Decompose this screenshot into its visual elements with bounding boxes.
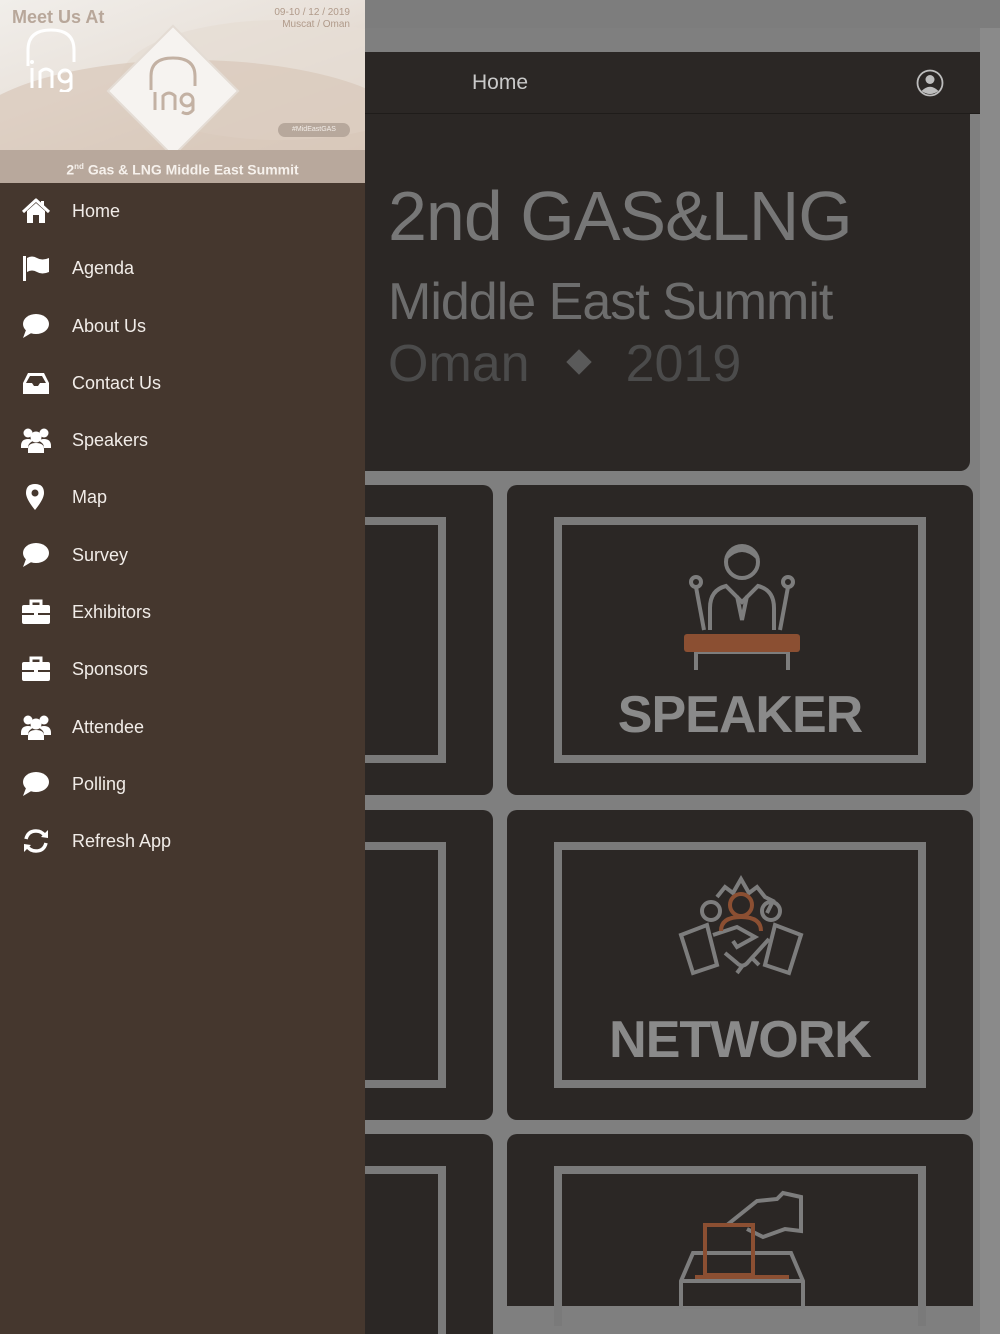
summit-text: Gas & LNG Middle East Summit xyxy=(83,161,299,178)
menu-item-survey[interactable]: Survey xyxy=(0,527,365,584)
speaker-tile[interactable]: SPEAKER xyxy=(507,485,973,795)
banner-hashtag: #MidEastGAS xyxy=(278,123,350,137)
menu-label-refresh-app: Refresh App xyxy=(72,831,172,852)
voting-tile[interactable] xyxy=(507,1134,973,1326)
hero-subtitle: Middle East Summit xyxy=(388,273,833,331)
menu-label-survey: Survey xyxy=(72,544,129,565)
menu-item-about-us[interactable]: About Us xyxy=(0,298,365,355)
menu-label-sponsors: Sponsors xyxy=(72,659,149,680)
profile-icon[interactable] xyxy=(916,69,944,97)
menu-label-contact-us: Contact Us xyxy=(72,372,162,393)
ballot-box-icon xyxy=(679,1190,805,1309)
hero-location-year: Oman 2019 xyxy=(388,334,741,394)
home-icon xyxy=(21,198,51,223)
menu-label-agenda: Agenda xyxy=(72,258,135,279)
hero-location: Oman xyxy=(388,335,530,393)
lng-logo-center-icon xyxy=(149,56,197,116)
hero-title: 2nd GAS&LNG xyxy=(388,177,853,255)
menu-label-attendee: Attendee xyxy=(72,716,145,737)
menu-label-home: Home xyxy=(72,201,121,221)
chat-bubble-icon xyxy=(23,542,49,567)
menu-item-sponsors[interactable]: Sponsors xyxy=(0,641,365,698)
hero-year: 2019 xyxy=(625,335,742,393)
briefcase-icon xyxy=(22,599,50,625)
group-icon xyxy=(21,715,51,740)
banner-date: 09-10 / 12 / 2019 Muscat / Oman xyxy=(274,7,350,31)
network-tile[interactable]: NETWORK xyxy=(507,810,973,1120)
chat-bubble-icon xyxy=(23,771,49,796)
menu-label-about-us: About Us xyxy=(72,315,147,336)
menu-item-contact-us[interactable]: Contact Us xyxy=(0,355,365,412)
lng-logo-icon xyxy=(26,28,76,92)
flag-icon xyxy=(23,256,49,282)
menu-label-map: Map xyxy=(72,487,108,508)
menu-label-speakers: Speakers xyxy=(72,430,149,451)
briefcase-icon xyxy=(22,656,50,682)
menu-item-speakers[interactable]: Speakers xyxy=(0,412,365,469)
menu-label-exhibitors: Exhibitors xyxy=(72,602,152,623)
menu-item-home[interactable]: Home xyxy=(0,183,365,240)
menu-item-polling[interactable]: Polling xyxy=(0,756,365,813)
menu-item-refresh-app[interactable]: Refresh App xyxy=(0,813,365,870)
menu-item-exhibitors[interactable]: Exhibitors xyxy=(0,584,365,641)
banner-meet-us: Meet Us At xyxy=(12,7,105,27)
map-pin-icon xyxy=(26,484,44,511)
refresh-icon xyxy=(24,829,48,854)
speaker-tile-label: SPEAKER xyxy=(617,686,863,744)
banner-date-line: 09-10 / 12 / 2019 xyxy=(274,7,350,18)
side-drawer: Meet Us At 09-10 / 12 / 2019 Muscat / Om… xyxy=(0,0,365,1334)
menu-item-agenda[interactable]: Agenda xyxy=(0,240,365,297)
chat-bubble-icon xyxy=(23,313,49,338)
menu-label-polling: Polling xyxy=(72,773,127,794)
banner-city-line: Muscat / Oman xyxy=(282,19,350,30)
summit-ordinal-suffix: nd xyxy=(74,162,84,171)
diamond-separator-icon xyxy=(565,349,592,375)
summit-ordinal: 2 xyxy=(66,161,75,178)
network-tile-label: NETWORK xyxy=(609,1011,872,1069)
menu-item-map[interactable]: Map xyxy=(0,469,365,526)
group-icon xyxy=(21,428,51,454)
menu-item-attendee[interactable]: Attendee xyxy=(0,699,365,756)
drawer-menu: Home Agenda About Us Contact Us Speakers… xyxy=(0,183,365,871)
event-banner: Meet Us At 09-10 / 12 / 2019 Muscat / Om… xyxy=(0,0,365,183)
network-handshake-icon xyxy=(678,874,804,976)
inbox-icon xyxy=(23,372,49,394)
speaker-podium-icon xyxy=(684,544,800,670)
banner-summit-title: 2nd Gas & LNG Middle East Summit xyxy=(0,150,365,183)
